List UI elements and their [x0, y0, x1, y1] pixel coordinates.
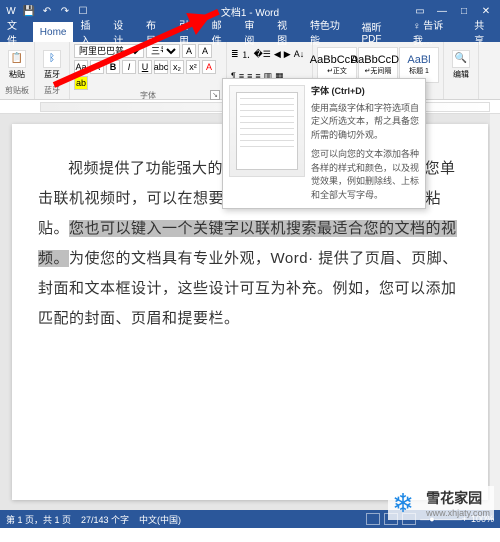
qat-new-icon[interactable]: ☐: [76, 4, 90, 18]
tab-insert[interactable]: 插入: [73, 22, 106, 42]
tab-tell-me[interactable]: ♀ 告诉我…: [406, 22, 467, 42]
tab-design[interactable]: 设计: [106, 22, 139, 42]
strike-button[interactable]: abc: [154, 60, 168, 74]
font-group-label: 字体: [140, 91, 156, 100]
font-size-select[interactable]: 三号: [146, 44, 180, 58]
tooltip-title: 字体 (Ctrl+D): [311, 85, 419, 99]
tab-home[interactable]: Home: [33, 22, 74, 42]
indent-inc-button[interactable]: ▶: [284, 49, 291, 60]
close-icon[interactable]: ✕: [476, 6, 496, 17]
qat-undo-icon[interactable]: ↶: [40, 4, 54, 18]
underline-button[interactable]: U: [138, 60, 152, 74]
sort-button[interactable]: A↓: [294, 49, 305, 59]
minimize-icon[interactable]: —: [432, 6, 452, 17]
font-dialog-launcher[interactable]: ↘: [210, 90, 220, 100]
body-text-2: 为使您的文档具有专业外观，Word· 提供了页眉、页脚、封面和文本框设计，这些设…: [38, 250, 458, 327]
tab-special[interactable]: 特色功能: [303, 22, 355, 42]
superscript-button[interactable]: x²: [186, 60, 200, 74]
bluetooth-button[interactable]: ᛒ 蓝牙: [39, 48, 65, 82]
tab-pdf[interactable]: 福昕PDF: [354, 22, 406, 42]
tab-review[interactable]: 审阅: [237, 22, 270, 42]
italic-button[interactable]: I: [122, 60, 136, 74]
view-read-icon[interactable]: [366, 513, 380, 525]
tab-view[interactable]: 视图: [270, 22, 303, 42]
watermark-logo-icon: ❄: [392, 488, 422, 518]
subscript-button[interactable]: x₂: [170, 60, 184, 74]
multilevel-button[interactable]: �☰: [254, 49, 271, 60]
watermark: ❄ 雪花家园 www.xhjaty.com: [388, 486, 494, 520]
tab-file[interactable]: 文件: [0, 22, 33, 42]
group-editing: 🔍 编辑: [444, 42, 479, 99]
vertical-scrollbar[interactable]: [490, 114, 500, 510]
bluetooth-icon: ᛒ: [43, 50, 61, 68]
numbering-button[interactable]: ⒈: [242, 48, 251, 61]
qat-redo-icon[interactable]: ↷: [58, 4, 72, 18]
maximize-icon[interactable]: □: [454, 6, 474, 17]
paste-button[interactable]: 📋 粘贴: [4, 48, 30, 82]
editing-button[interactable]: 🔍 编辑: [448, 48, 474, 82]
font-color-button[interactable]: A: [202, 60, 216, 74]
find-icon: 🔍: [452, 50, 470, 68]
group-bluetooth: ᛒ 蓝牙 蓝牙: [35, 42, 70, 99]
tooltip-desc-1: 使用高级字体和字符选项自定义所选文本，帮之具备您所需的确切外观。: [311, 102, 419, 143]
grow-font-button[interactable]: A: [182, 44, 196, 58]
status-words[interactable]: 27/143 个字: [81, 513, 129, 526]
watermark-name: 雪花家园: [426, 488, 490, 508]
app-icon: W: [4, 4, 18, 18]
status-lang[interactable]: 中文(中国): [139, 513, 181, 526]
paste-icon: 📋: [8, 50, 26, 68]
ribbon-min-icon[interactable]: ▭: [410, 6, 430, 17]
tooltip-preview-icon: [229, 85, 305, 177]
bullets-button[interactable]: ≣: [231, 49, 239, 60]
status-page[interactable]: 第 1 页，共 1 页: [6, 513, 71, 526]
tooltip-desc-2: 您可以向您的文本添加各种各样的样式和颜色，以及视觉效果，例如删除线、上标和全部大…: [311, 148, 419, 202]
indent-dec-button[interactable]: ◀: [274, 49, 281, 60]
font-tooltip: 字体 (Ctrl+D) 使用高级字体和字符选项自定义所选文本，帮之具备您所需的确…: [222, 78, 426, 209]
shrink-font-button[interactable]: A: [198, 44, 212, 58]
watermark-url: www.xhjaty.com: [426, 508, 490, 518]
group-clipboard: 📋 粘贴 剪贴板: [0, 42, 35, 99]
qat-save-icon[interactable]: 💾: [22, 4, 36, 18]
tab-share[interactable]: 共享: [467, 22, 500, 42]
